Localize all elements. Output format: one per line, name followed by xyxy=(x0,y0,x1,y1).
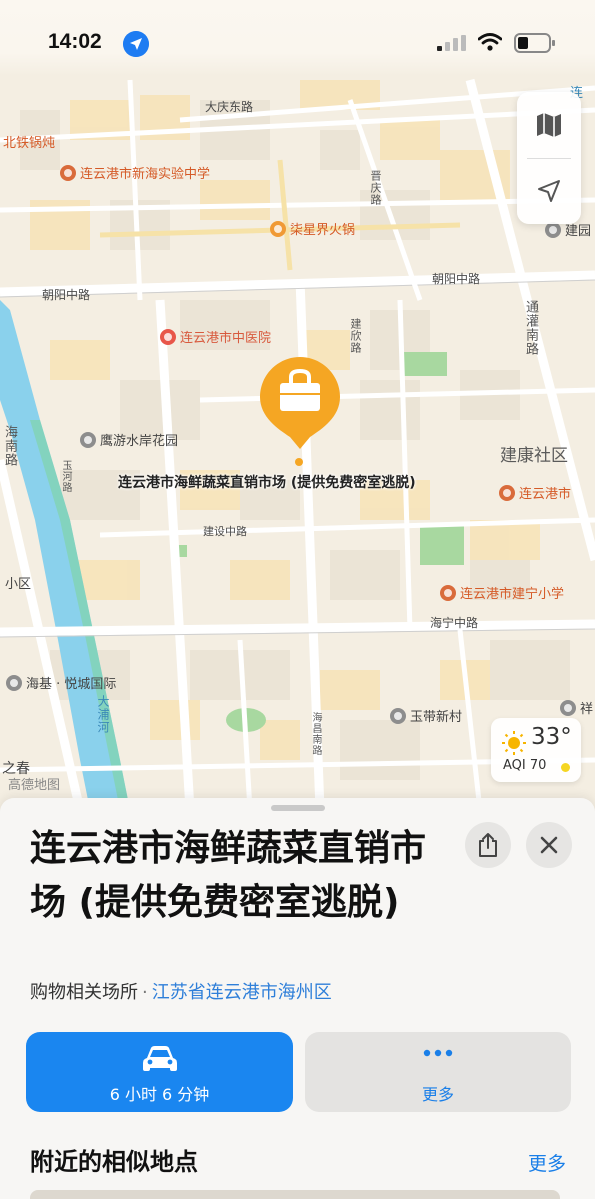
river-label: 大浦河 xyxy=(96,695,110,734)
road-yuhe: 玉河路 xyxy=(60,460,71,493)
poi-hospital[interactable]: 连云港市中医院 xyxy=(160,327,271,346)
place-address-link[interactable]: 江苏省连云港市海州区 xyxy=(152,982,332,1003)
similar-place-thumbnail[interactable] xyxy=(30,1190,560,1199)
sheet-grabber[interactable] xyxy=(271,805,325,811)
poi-yudai-label: 玉带新村 xyxy=(410,710,463,725)
road-haining: 海宁中路 xyxy=(430,616,479,630)
poi-xiang-label: 祥 xyxy=(580,702,594,717)
poi-jianning-label: 连云港市建宁小学 xyxy=(460,587,565,602)
map-icon xyxy=(537,113,561,137)
poi-hotpot[interactable]: 柒星界火锅 xyxy=(270,219,355,238)
place-icon xyxy=(545,222,561,238)
poi-haiji-label: 海基 · 悦城国际 xyxy=(26,677,117,692)
poi-partial-right-label: 连云港市 xyxy=(519,487,572,502)
road-jianxin: 建欣路 xyxy=(349,318,362,354)
road-tongguan-south: 通灌南路 xyxy=(523,300,538,356)
place-card-sheet[interactable]: 连云港市海鲜蔬菜直销市场 (提供免费密室逃脱) 购物相关场所 · 江苏省连云港市海州… xyxy=(0,798,595,1199)
cellular-signal-icon xyxy=(437,35,466,51)
road-haichang: 海昌南路 xyxy=(310,712,321,756)
poi-yudai[interactable]: 玉带新村 xyxy=(390,706,462,725)
district-jiankang: 建康社区 xyxy=(500,446,568,466)
poi-partial-right[interactable]: 连云港市 xyxy=(499,483,571,502)
share-icon xyxy=(479,833,497,857)
road-chaoyang-left: 朝阳中路 xyxy=(42,288,91,302)
more-actions-button[interactable]: 更多 xyxy=(305,1032,571,1112)
map-mode-button[interactable] xyxy=(517,92,581,158)
battery-icon xyxy=(514,33,555,53)
poi-hotpot-label: 柒星界火锅 xyxy=(290,223,356,238)
sun-icon xyxy=(502,731,526,755)
pin-title: 连云港市海鲜蔬菜直销市场 (提供免费密室逃脱) xyxy=(118,475,416,491)
poi-haiji[interactable]: 海基 · 悦城国际 xyxy=(6,673,116,692)
hospital-icon xyxy=(160,329,176,345)
more-actions-label: 更多 xyxy=(421,1085,454,1104)
map-controls xyxy=(517,92,581,224)
wifi-icon xyxy=(478,33,502,51)
restaurant-icon xyxy=(270,221,286,237)
similar-places-more-link[interactable]: 更多 xyxy=(528,1149,566,1176)
car-icon xyxy=(142,1046,177,1071)
poi-garden-label: 鹰游水岸花园 xyxy=(100,434,179,449)
aqi-value: AQI 70 xyxy=(503,758,547,773)
residence-icon xyxy=(6,675,22,691)
poi-jianyuan-label: 建园 xyxy=(565,224,592,239)
poi-hospital-label: 连云港市中医院 xyxy=(180,331,272,346)
poi-jianning[interactable]: 连云港市建宁小学 xyxy=(440,583,564,602)
similar-places-heading: 附近的相似地点 xyxy=(30,1148,198,1176)
location-arrow-icon xyxy=(538,180,560,202)
school-icon xyxy=(60,165,76,181)
status-bar: 14:02 xyxy=(0,0,595,76)
pin-anchor-dot xyxy=(295,458,303,466)
poi-xiang[interactable]: 祥 xyxy=(560,698,593,717)
selected-place-pin[interactable] xyxy=(256,353,344,449)
road-chaoyang-right: 朝阳中路 xyxy=(432,272,481,286)
drive-directions-button[interactable]: 6 小时 6 分钟 xyxy=(26,1032,293,1112)
school-icon xyxy=(499,485,515,501)
road-daqing-east: 大庆东路 xyxy=(205,100,254,114)
poi-school-xinhai[interactable]: 连云港市新海实验中学 xyxy=(60,163,210,182)
subtitle-separator: · xyxy=(142,982,148,1003)
locate-me-button[interactable] xyxy=(517,158,581,224)
road-hainan: 海南路 xyxy=(2,425,17,467)
map-brand: 高德地图 xyxy=(8,778,61,793)
weather-widget[interactable]: 33° AQI 70 xyxy=(491,718,581,782)
status-time: 14:02 xyxy=(48,30,102,53)
share-button[interactable] xyxy=(465,822,511,868)
place-title: 连云港市海鲜蔬菜直销市场 (提供免费密室逃脱) xyxy=(30,828,427,923)
drive-time-label: 6 小时 6 分钟 xyxy=(109,1085,210,1104)
residence-icon xyxy=(390,708,406,724)
aqi-indicator xyxy=(561,763,570,772)
poi-xiaoqu: 小区 xyxy=(5,577,32,592)
place-category: 购物相关场所 xyxy=(30,982,138,1003)
road-jianshe: 建设中路 xyxy=(203,525,247,538)
school-icon xyxy=(440,585,456,601)
close-button[interactable] xyxy=(526,822,572,868)
poi-tiepan[interactable]: 北铁锅炖 xyxy=(3,132,55,151)
residence-icon xyxy=(560,700,576,716)
temperature: 33° xyxy=(531,724,572,750)
residence-icon xyxy=(80,432,96,448)
poi-garden[interactable]: 鹰游水岸花园 xyxy=(80,430,178,449)
road-jinqing: 晋庆路 xyxy=(369,170,382,206)
map-view[interactable]: 大庆东路 晋庆路 朝阳中路 朝阳中路 通灌南路 建欣路 建设中路 海宁中路 玉河… xyxy=(0,0,595,810)
poi-school-xinhai-label: 连云港市新海实验中学 xyxy=(80,167,211,182)
close-icon xyxy=(540,836,558,854)
place-subtitle: 购物相关场所 · 江苏省连云港市海州区 xyxy=(30,978,332,1004)
location-services-icon xyxy=(123,31,149,57)
ellipsis-icon xyxy=(423,1049,453,1057)
